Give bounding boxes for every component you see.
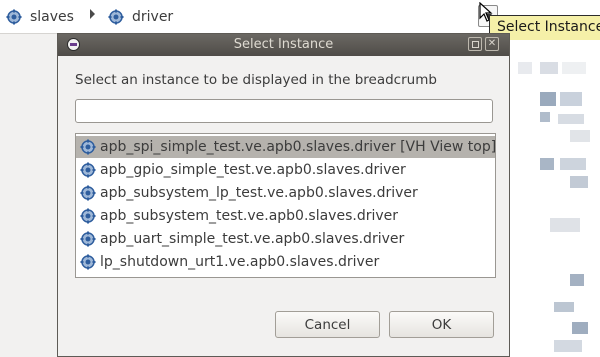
- chevron-right-icon: [90, 9, 95, 19]
- component-icon: [80, 162, 96, 178]
- list-item[interactable]: lp_shutdown_urt1.ve.apb0.slaves.driver: [76, 251, 495, 273]
- maximize-icon[interactable]: [468, 37, 482, 51]
- list-item-label: apb_uart_simple_test.ve.apb0.slaves.driv…: [100, 231, 405, 247]
- breadcrumb-item-driver[interactable]: driver: [108, 7, 173, 27]
- list-item-label: apb_subsystem_lp_test.ve.apb0.slaves.dri…: [100, 185, 418, 201]
- breadcrumb-label: slaves: [30, 9, 74, 25]
- ok-button[interactable]: OK: [389, 311, 494, 338]
- list-item-label: apb_spi_simple_test.ve.apb0.slaves.drive…: [100, 139, 496, 155]
- list-item[interactable]: apb_subsystem_lp_test.ve.apb0.slaves.dri…: [76, 182, 495, 204]
- dialog-titlebar[interactable]: Select Instance ✕: [58, 34, 509, 56]
- dialog-prompt: Select an instance to be displayed in th…: [75, 72, 437, 88]
- list-item[interactable]: apb_spi_simple_test.ve.apb0.slaves.drive…: [76, 136, 495, 158]
- component-icon: [80, 231, 96, 247]
- list-item[interactable]: apb_subsystem_test.ve.apb0.slaves.driver: [76, 205, 495, 227]
- list-item-label: lp_shutdown_urt1.ve.apb0.slaves.driver: [100, 254, 380, 270]
- component-icon: [80, 208, 96, 224]
- breadcrumb-item-slaves[interactable]: slaves: [6, 7, 74, 27]
- list-item[interactable]: apb_gpio_simple_test.ve.apb0.slaves.driv…: [76, 159, 495, 181]
- filter-input[interactable]: [75, 99, 493, 123]
- component-icon: [6, 9, 22, 25]
- breadcrumb-label: driver: [132, 9, 174, 25]
- select-instance-dialog: Select Instance ✕ Select an instance to …: [57, 33, 510, 357]
- app-icon: [67, 38, 80, 51]
- list-item-label: apb_gpio_simple_test.ve.apb0.slaves.driv…: [100, 162, 406, 178]
- component-icon: [80, 139, 96, 155]
- component-icon: [80, 254, 96, 270]
- dialog-title: Select Instance: [233, 37, 334, 52]
- cancel-button[interactable]: Cancel: [275, 311, 380, 338]
- close-icon[interactable]: ✕: [485, 37, 499, 51]
- background-editor: [510, 40, 600, 357]
- list-item[interactable]: apb_uart_simple_test.ve.apb0.slaves.driv…: [76, 228, 495, 250]
- component-icon: [80, 185, 96, 201]
- instance-list[interactable]: apb_spi_simple_test.ve.apb0.slaves.drive…: [75, 133, 496, 278]
- component-icon: [108, 9, 124, 25]
- list-item-label: apb_subsystem_test.ve.apb0.slaves.driver: [100, 208, 399, 224]
